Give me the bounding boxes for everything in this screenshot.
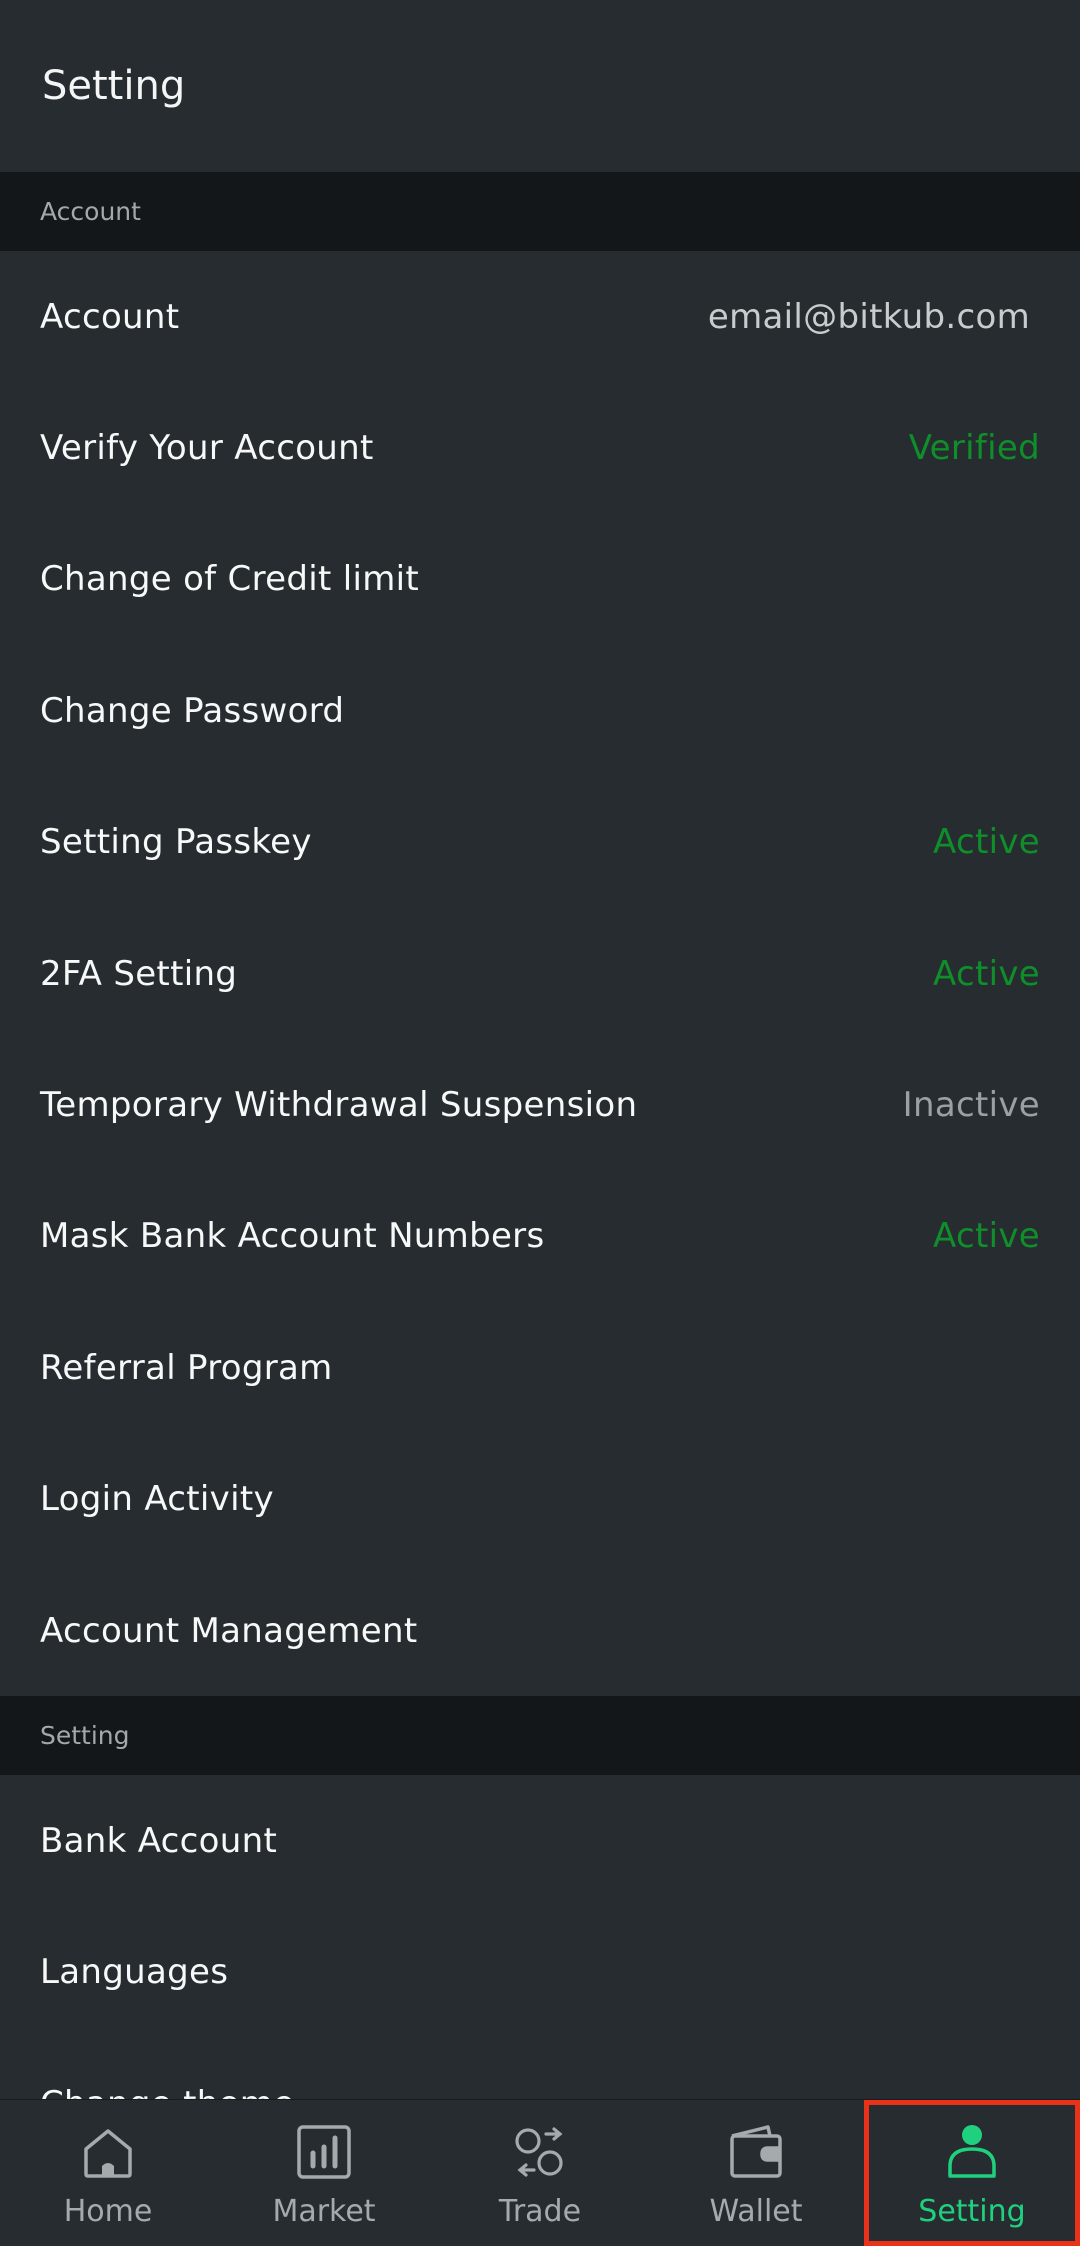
row-account[interactable]: Account email@bitkub.com [0,251,1080,382]
row-languages[interactable]: Languages [0,1907,1080,2038]
nav-label: Wallet [709,2194,803,2229]
page-title: Setting [42,63,186,109]
nav-label: Market [272,2194,376,2229]
row-setting-passkey[interactable]: Setting Passkey Active [0,777,1080,908]
chart-icon [292,2120,356,2184]
row-label: Verify Your Account [40,428,374,469]
account-settings-list: Account email@bitkub.com Verify Your Acc… [0,251,1080,1696]
row-label: Referral Program [40,1347,333,1388]
nav-label: Home [63,2194,153,2229]
wallet-icon [724,2120,788,2184]
nav-trade[interactable]: Trade [432,2100,648,2246]
row-label: Change of Credit limit [40,559,420,600]
row-label: Mask Bank Account Numbers [40,1216,545,1257]
home-icon [76,2120,140,2184]
user-icon [940,2120,1004,2184]
status-badge: Active [933,953,1040,994]
nav-wallet[interactable]: Wallet [648,2100,864,2246]
section-header-setting: Setting [0,1696,1080,1776]
section-header-account: Account [0,172,1080,251]
row-label: Account Management [40,1610,418,1651]
settings-screen: Setting Account Account email@bitkub.com… [0,0,1080,2246]
row-change-password[interactable]: Change Password [0,645,1080,776]
row-mask-bank-numbers[interactable]: Mask Bank Account Numbers Active [0,1171,1080,1302]
row-change-credit-limit[interactable]: Change of Credit limit [0,514,1080,645]
row-label: Login Activity [40,1479,274,1520]
row-bank-account[interactable]: Bank Account [0,1775,1080,1906]
row-label: Temporary Withdrawal Suspension [40,1085,638,1126]
nav-market[interactable]: Market [216,2100,432,2246]
row-verify-account[interactable]: Verify Your Account Verified [0,382,1080,513]
status-badge: Active [933,822,1040,863]
row-label: Languages [40,1952,229,1993]
row-2fa-setting[interactable]: 2FA Setting Active [0,908,1080,1039]
nav-label: Trade [498,2194,582,2229]
row-referral-program[interactable]: Referral Program [0,1302,1080,1433]
row-label: 2FA Setting [40,953,238,994]
row-label: Account [40,296,180,337]
account-email-value: email@bitkub.com [707,296,1030,337]
page-header: Setting [0,0,1080,172]
row-account-management[interactable]: Account Management [0,1565,1080,1696]
status-badge: Inactive [902,1085,1040,1126]
status-badge: Verified [908,428,1040,469]
nav-setting[interactable]: Setting [864,2100,1080,2246]
nav-label: Setting [918,2194,1026,2229]
status-badge: Active [933,1216,1040,1257]
row-label: Bank Account [40,1820,278,1861]
bottom-navigation: Home Market Trade Wallet Setting [0,2099,1080,2246]
trade-icon [508,2120,572,2184]
row-withdrawal-suspension[interactable]: Temporary Withdrawal Suspension Inactive [0,1039,1080,1170]
row-label: Setting Passkey [40,822,312,863]
nav-home[interactable]: Home [0,2100,216,2246]
row-label: Change Password [40,690,345,731]
row-login-activity[interactable]: Login Activity [0,1434,1080,1565]
